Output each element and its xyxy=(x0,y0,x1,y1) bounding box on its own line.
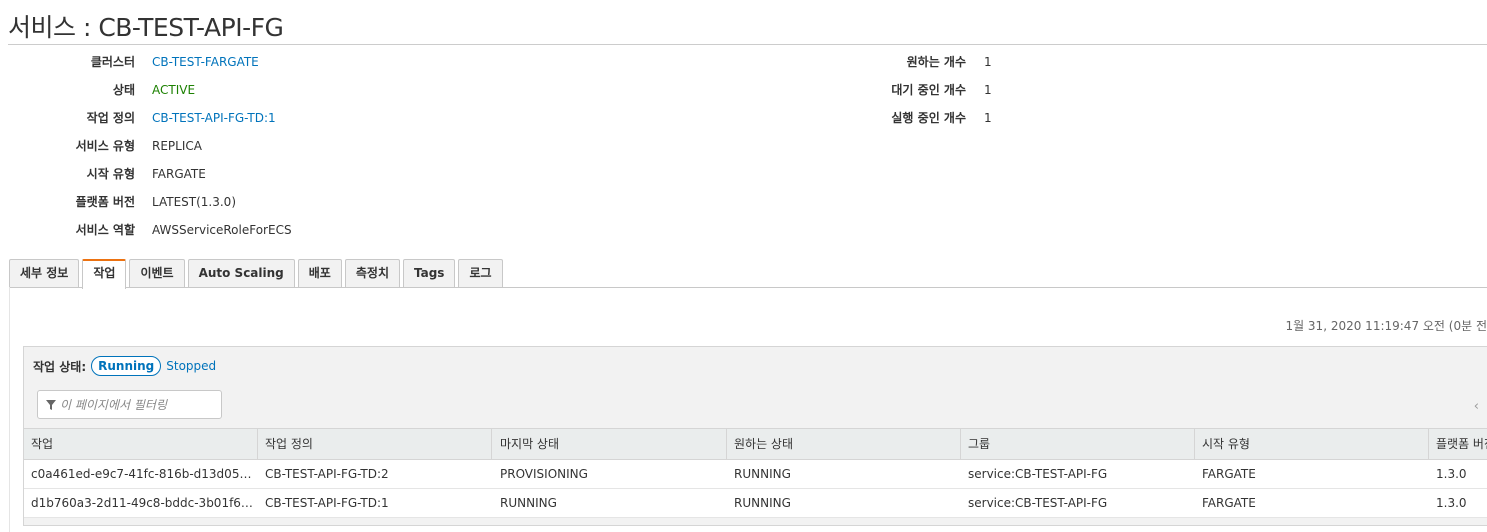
platform-version: 1.3.0 xyxy=(1436,496,1467,510)
tab-bar: 세부 정보 작업 이벤트 Auto Scaling 배포 측정치 Tags 로그 xyxy=(9,259,506,289)
detail-value: FARGATE xyxy=(152,167,206,181)
column-header-task-definition[interactable]: 작업 정의 xyxy=(258,429,492,459)
status-running-pill[interactable]: Running xyxy=(91,356,162,376)
status-stopped-link[interactable]: Stopped xyxy=(166,359,216,373)
table-header: 작업 작업 정의 마지막 상태 원하는 상태 그룹 시작 유형 플랫폼 버전 xyxy=(24,428,1487,460)
task-status-filter: 작업 상태: Running Stopped xyxy=(33,355,216,377)
last-status: PROVISIONING xyxy=(500,467,588,481)
detail-label: 원하는 개수 xyxy=(906,55,966,69)
detail-value: 1 xyxy=(984,111,992,125)
task-definition-link[interactable]: CB-TEST-API-FG-TD:2 xyxy=(258,460,492,488)
task-id-link[interactable]: d1b760a3-2d11-49c8-bddc-3b01f6… xyxy=(24,489,258,517)
group: service:CB-TEST-API-FG xyxy=(968,467,1108,481)
desired-status: RUNNING xyxy=(734,496,791,510)
tab-details[interactable]: 세부 정보 xyxy=(9,259,80,287)
group: service:CB-TEST-API-FG xyxy=(968,496,1108,510)
filter-icon xyxy=(46,399,56,410)
task-id-link[interactable]: c0a461ed-e9c7-41fc-816b-d13d053… xyxy=(24,460,258,488)
detail-label: 대기 중인 개수 xyxy=(891,83,966,97)
tasks-table: 작업 작업 정의 마지막 상태 원하는 상태 그룹 시작 유형 플랫폼 버전 c… xyxy=(24,428,1487,518)
filter-placeholder: 이 페이지에서 필터링 xyxy=(60,398,167,412)
last-status: RUNNING xyxy=(500,496,557,510)
column-header-desired-status[interactable]: 원하는 상태 xyxy=(727,429,961,459)
filter-input[interactable]: 이 페이지에서 필터링 xyxy=(37,390,222,419)
tasks-panel: 작업 상태: Running Stopped 이 페이지에서 필터링 ‹ 작업 … xyxy=(23,346,1487,526)
task-definition-link[interactable]: CB-TEST-API-FG-TD:1 xyxy=(258,489,492,517)
detail-value: 1 xyxy=(984,55,992,69)
detail-label: 플랫폼 버전 xyxy=(75,195,135,209)
table-row: d1b760a3-2d11-49c8-bddc-3b01f6… CB-TEST-… xyxy=(24,489,1487,518)
task-status-label: 작업 상태: xyxy=(33,359,87,374)
detail-value: AWSServiceRoleForECS xyxy=(152,223,292,237)
tab-auto-scaling[interactable]: Auto Scaling xyxy=(187,259,295,287)
detail-label: 서비스 역할 xyxy=(75,223,135,237)
title-divider xyxy=(8,44,1487,45)
column-header-group[interactable]: 그룹 xyxy=(961,429,1195,459)
tab-tags[interactable]: Tags xyxy=(402,259,456,287)
detail-value: REPLICA xyxy=(152,139,202,153)
tab-metrics[interactable]: 측정치 xyxy=(344,259,400,287)
last-updated-timestamp: 1월 31, 2020 11:19:47 오전 (0분 전 xyxy=(1285,319,1487,333)
pager-prev-button[interactable]: ‹ xyxy=(1474,399,1479,414)
detail-value: 1 xyxy=(984,83,992,97)
column-header-platform-version[interactable]: 플랫폼 버전 xyxy=(1429,429,1487,459)
column-header-launch-type[interactable]: 시작 유형 xyxy=(1195,429,1429,459)
page-title: 서비스 : CB-TEST-API-FG xyxy=(8,13,284,42)
desired-status: RUNNING xyxy=(734,467,791,481)
tab-deployments[interactable]: 배포 xyxy=(297,259,342,287)
launch-type: FARGATE xyxy=(1202,496,1256,510)
panel-border xyxy=(9,287,10,532)
detail-label: 서비스 유형 xyxy=(75,139,135,153)
platform-version: 1.3.0 xyxy=(1436,467,1467,481)
tab-tasks[interactable]: 작업 xyxy=(82,259,127,289)
column-header-last-status[interactable]: 마지막 상태 xyxy=(493,429,727,459)
column-header-task[interactable]: 작업 xyxy=(24,429,258,459)
launch-type: FARGATE xyxy=(1202,467,1256,481)
detail-value: LATEST(1.3.0) xyxy=(152,195,236,209)
table-row: c0a461ed-e9c7-41fc-816b-d13d053… CB-TEST… xyxy=(24,460,1487,489)
detail-label: 실행 중인 개수 xyxy=(891,111,966,125)
detail-label: 시작 유형 xyxy=(86,167,135,181)
tab-events[interactable]: 이벤트 xyxy=(129,259,185,287)
tab-logs[interactable]: 로그 xyxy=(458,259,503,287)
